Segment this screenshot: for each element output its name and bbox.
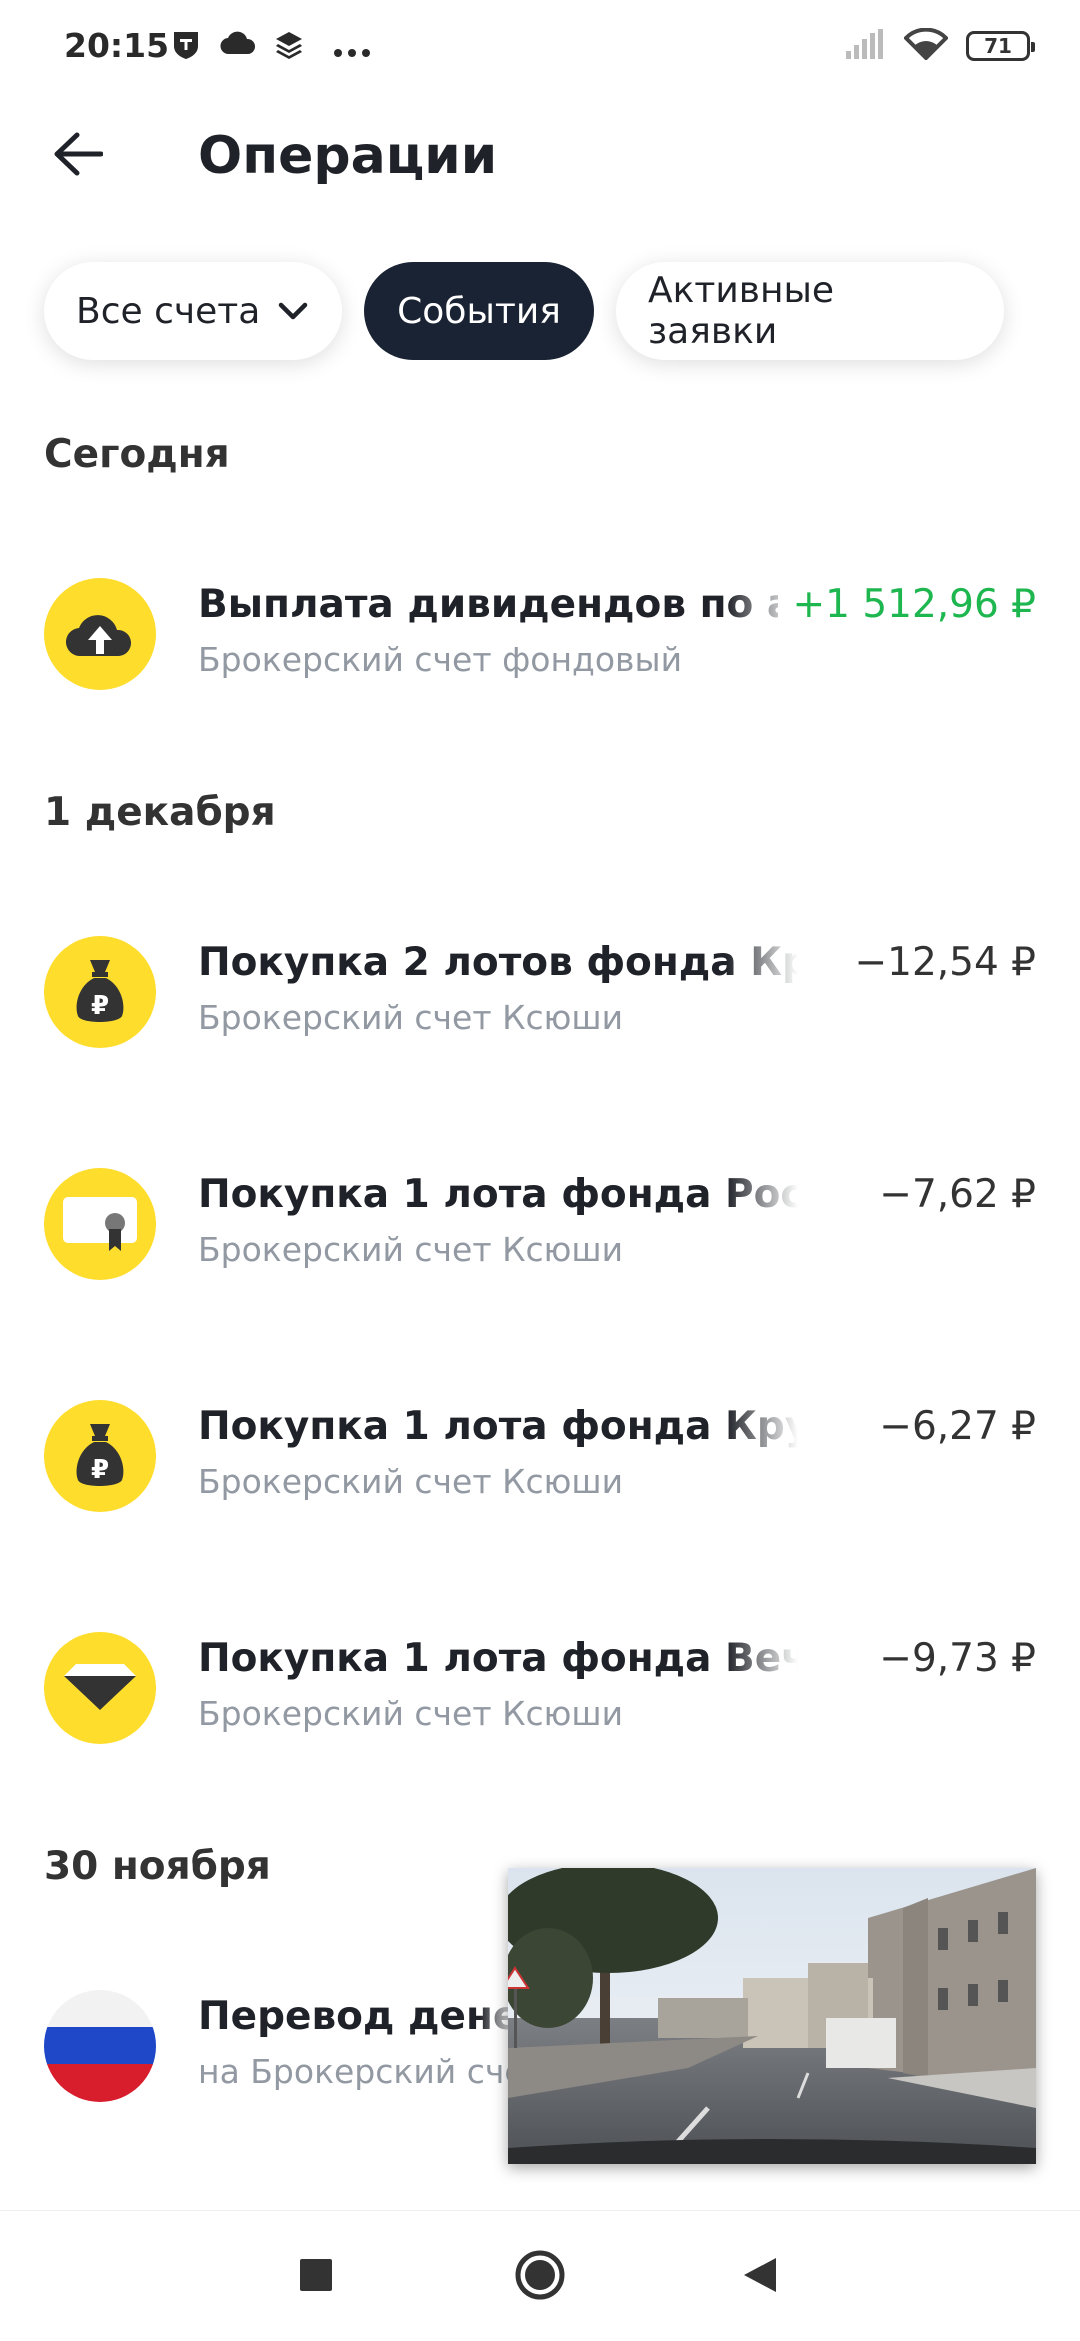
events-filter-chip[interactable]: События	[364, 262, 594, 360]
operation-title: Перевод денег	[198, 1994, 518, 2039]
money-bag-ruble-icon: ₽	[44, 936, 156, 1048]
page-title: Операции	[198, 126, 498, 186]
home-circle-icon	[515, 2250, 565, 2300]
battery-icon: 71	[966, 31, 1035, 61]
operation-title: Покупка 1 лота фонда Российские	[198, 1172, 798, 1217]
events-filter-label: События	[397, 290, 561, 332]
money-bag-ruble-icon: ₽	[44, 1400, 156, 1512]
status-bar: 20:15 71	[0, 0, 1080, 96]
operation-amount: −7,62 ₽	[879, 1172, 1036, 1217]
operation-row[interactable]: Покупка 1 лота фонда Российские Брокерск…	[0, 1154, 1080, 1294]
operation-amount: −9,73 ₽	[879, 1636, 1036, 1681]
status-right: 71	[846, 27, 1035, 64]
back-nav-button[interactable]	[730, 2245, 790, 2305]
operation-row[interactable]: Покупка 1 лота фонда Вечный портфель Бро…	[0, 1618, 1080, 1758]
operation-account: Брокерский счет Ксюши	[198, 1230, 624, 1269]
svg-text:₽: ₽	[91, 1455, 109, 1485]
svg-text:₽: ₽	[91, 991, 109, 1021]
chevron-down-icon	[278, 301, 308, 321]
operation-account: Брокерский счет Ксюши	[198, 1694, 624, 1733]
operation-amount: −12,54 ₽	[854, 940, 1036, 985]
system-nav-bar	[0, 2210, 1080, 2341]
arrow-left-icon	[54, 132, 103, 176]
tinkoff-shield-icon	[172, 30, 200, 64]
pip-video-player[interactable]	[508, 1868, 1036, 2164]
operation-title: Покупка 1 лота фонда Вечный портфель	[198, 1636, 798, 1681]
operation-amount: +1 512,96 ₽	[778, 582, 1036, 627]
accounts-filter-chip[interactable]: Все счета	[44, 262, 342, 360]
cloud-upload-icon	[44, 578, 156, 690]
operation-account: Брокерский счет фондовый	[198, 640, 683, 679]
cloud-icon	[220, 30, 256, 60]
operation-title: Покупка 2 лотов фонда Крупнейшие	[198, 940, 798, 985]
operation-title: Покупка 1 лота фонда Крупнейшие	[198, 1404, 798, 1449]
back-triangle-icon	[744, 2258, 776, 2292]
active-orders-filter-label: Активные заявки	[648, 270, 835, 352]
operation-row[interactable]: Выплата дивидендов по акциям Брокерский …	[0, 564, 1080, 704]
operation-title: Выплата дивидендов по акциям	[198, 582, 798, 627]
operation-account: Брокерский счет Ксюши	[198, 998, 624, 1037]
accounts-filter-label: Все счета	[76, 290, 261, 332]
operation-row[interactable]: ₽ Покупка 1 лота фонда Крупнейшие Брокер…	[0, 1386, 1080, 1526]
back-button[interactable]	[48, 124, 108, 184]
russia-flag-icon	[44, 1990, 156, 2102]
layers-icon	[274, 30, 304, 64]
certificate-icon	[44, 1168, 156, 1280]
operation-amount: −6,27 ₽	[879, 1404, 1036, 1449]
battery-level: 71	[984, 34, 1012, 58]
home-button[interactable]	[510, 2245, 570, 2305]
recents-button[interactable]	[286, 2245, 346, 2305]
section-date: Сегодня	[44, 432, 230, 477]
section-date: 1 декабря	[44, 790, 276, 835]
status-time: 20:15	[64, 26, 170, 65]
video-frame-image	[508, 1868, 1036, 2164]
active-orders-filter-chip[interactable]: Активные заявки	[616, 262, 1004, 360]
operation-row[interactable]: ₽ Покупка 2 лотов фонда Крупнейшие Броке…	[0, 922, 1080, 1062]
operation-account: на Брокерский счет	[198, 2052, 544, 2091]
diamond-icon	[44, 1632, 156, 1744]
recents-square-icon	[300, 2259, 332, 2291]
section-date: 30 ноября	[44, 1844, 271, 1889]
operation-account: Брокерский счет Ксюши	[198, 1462, 624, 1501]
more-dots-icon	[334, 42, 370, 61]
signal-icon	[846, 29, 886, 63]
wifi-icon	[903, 27, 949, 64]
